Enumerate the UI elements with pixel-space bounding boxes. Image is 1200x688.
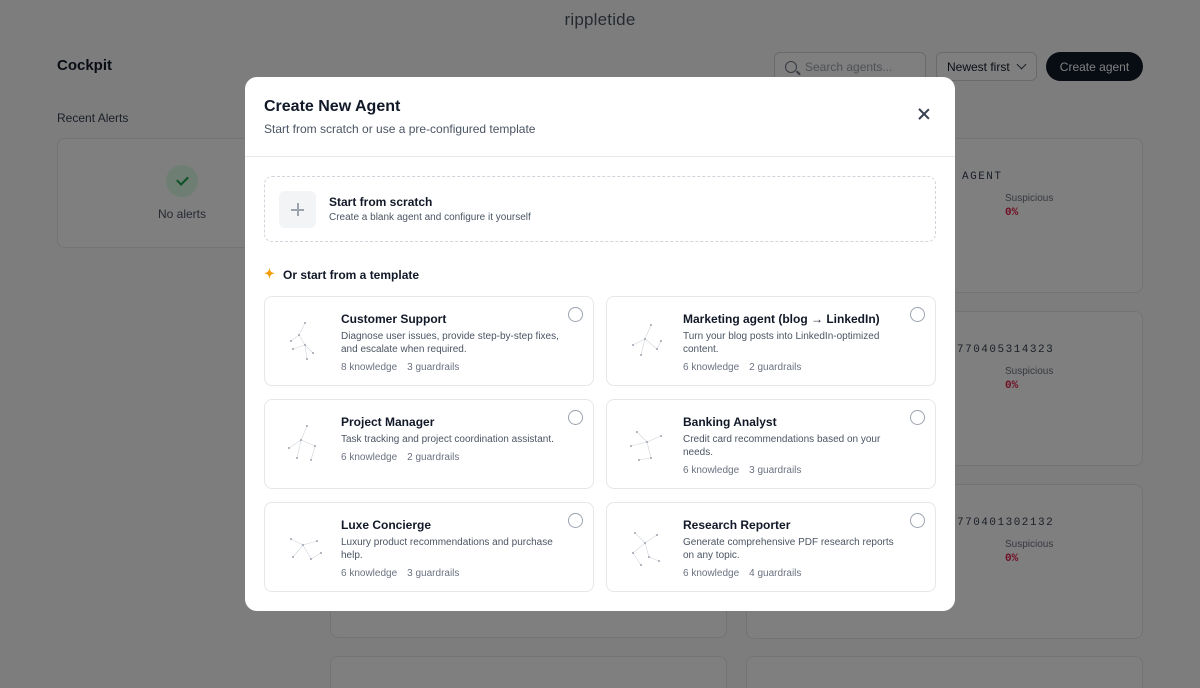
graph-icon <box>632 324 662 356</box>
knowledge-count: 6 knowledge <box>683 362 740 373</box>
template-description: Turn your blog posts into LinkedIn-optim… <box>683 331 880 355</box>
guardrails-count: 3 guardrails <box>407 362 460 373</box>
template-description: Credit card recommendations based on you… <box>683 434 881 458</box>
graph-icon <box>632 532 660 566</box>
start-from-scratch-option[interactable]: Start from scratch Create a blank agent … <box>264 176 936 242</box>
template-card-research-reporter[interactable]: Research Reporter Generate comprehensive… <box>606 502 936 592</box>
template-meta: 6 knowledge 2 guardrails <box>683 362 801 373</box>
template-meta: 6 knowledge 2 guardrails <box>341 452 459 463</box>
knowledge-count: 8 knowledge <box>341 362 398 373</box>
templates-heading: Or start from a template <box>264 266 420 283</box>
template-name: Project Manager <box>341 415 435 429</box>
template-meta: 8 knowledge 3 guardrails <box>341 362 459 373</box>
knowledge-count: 6 knowledge <box>341 568 398 579</box>
template-name: Marketing agent (blog → LinkedIn) <box>683 312 880 326</box>
template-radio[interactable] <box>910 410 925 425</box>
knowledge-count: 6 knowledge <box>683 465 740 476</box>
template-meta: 6 knowledge 3 guardrails <box>341 568 459 579</box>
knowledge-count: 6 knowledge <box>341 452 398 463</box>
template-card-project-manager[interactable]: Project Manager Task tracking and projec… <box>264 399 594 489</box>
templates-heading-text: Or start from a template <box>283 268 420 282</box>
template-description: Generate comprehensive PDF research repo… <box>683 537 894 561</box>
template-radio[interactable] <box>910 513 925 528</box>
modal-subtitle: Start from scratch or use a pre-configur… <box>264 122 536 136</box>
template-description: Luxury product recommendations and purch… <box>341 537 553 561</box>
template-radio[interactable] <box>568 410 583 425</box>
knowledge-count: 6 knowledge <box>683 568 740 579</box>
template-card-customer-support[interactable]: Customer Support Diagnose user issues, p… <box>264 296 594 386</box>
guardrails-count: 2 guardrails <box>407 452 460 463</box>
plus-icon <box>279 191 316 228</box>
template-radio[interactable] <box>568 513 583 528</box>
graph-icon <box>288 425 316 461</box>
template-meta: 6 knowledge 3 guardrails <box>683 465 801 476</box>
template-description: Diagnose user issues, provide step-by-st… <box>341 331 559 355</box>
scratch-title: Start from scratch <box>329 195 433 209</box>
template-description: Task tracking and project coordination a… <box>341 434 554 445</box>
guardrails-count: 4 guardrails <box>749 568 802 579</box>
template-card-marketing-agent[interactable]: Marketing agent (blog → LinkedIn) Turn y… <box>606 296 936 386</box>
sparkle-icon <box>264 266 277 282</box>
template-name: Customer Support <box>341 312 447 326</box>
template-card-luxe-concierge[interactable]: Luxe Concierge Luxury product recommenda… <box>264 502 594 592</box>
create-agent-modal: Create New Agent Start from scratch or u… <box>245 77 955 611</box>
modal-title: Create New Agent <box>264 98 401 115</box>
graph-icon <box>290 538 322 560</box>
template-name: Luxe Concierge <box>341 518 432 532</box>
close-icon[interactable] <box>915 105 933 123</box>
guardrails-count: 2 guardrails <box>749 362 802 373</box>
template-meta: 6 knowledge 4 guardrails <box>683 568 801 579</box>
graph-icon <box>630 431 662 461</box>
guardrails-count: 3 guardrails <box>749 465 802 476</box>
graph-icon <box>290 322 314 360</box>
template-radio[interactable] <box>910 307 925 322</box>
template-name: Banking Analyst <box>683 415 777 429</box>
guardrails-count: 3 guardrails <box>407 568 460 579</box>
template-radio[interactable] <box>568 307 583 322</box>
scratch-description: Create a blank agent and configure it yo… <box>329 212 531 223</box>
template-card-banking-analyst[interactable]: Banking Analyst Credit card recommendati… <box>606 399 936 489</box>
modal-header: Create New Agent Start from scratch or u… <box>245 77 955 157</box>
template-name: Research Reporter <box>683 518 791 532</box>
